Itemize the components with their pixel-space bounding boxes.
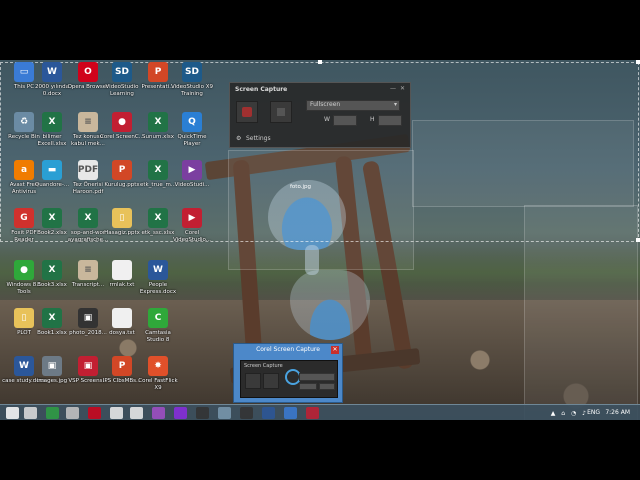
start-icon[interactable]: [6, 407, 19, 419]
document-taskbar-icon[interactable]: [130, 407, 143, 419]
overlay-panel: [524, 205, 638, 420]
chevron-down-icon: ▾: [393, 101, 397, 108]
word-doc-icon: W: [148, 260, 168, 280]
stop-icon: [277, 108, 285, 116]
folder-icon: ▯: [112, 208, 132, 228]
taskbar[interactable]: ▲ ⌂ ◔ ♪ ENG 7:26 AM: [0, 404, 640, 420]
text-file-icon: [112, 308, 132, 328]
corel-taskbar-icon[interactable]: [306, 407, 319, 419]
width-label: W: [324, 116, 330, 123]
app-icon[interactable]: [284, 407, 297, 419]
excel-icon: X: [78, 208, 98, 228]
word-doc-icon: W: [42, 62, 62, 82]
opera-taskbar-icon[interactable]: [88, 407, 101, 419]
excel-icon: X: [148, 112, 168, 132]
capture-mode-value: Fullscreen: [310, 101, 341, 108]
excel-icon: X: [148, 160, 168, 180]
image-icon: ▣: [42, 356, 62, 376]
settings-link[interactable]: Settings: [246, 135, 271, 142]
corel-inner-panel[interactable]: Screen Capture: [240, 360, 338, 398]
app-icon[interactable]: [196, 407, 209, 419]
desktop-icon[interactable]: W People Express.docx: [136, 260, 180, 295]
desktop-icon[interactable]: SD VideoStudio X9 Training: [170, 62, 214, 97]
corel-icon: ▶: [182, 208, 202, 228]
stop-button[interactable]: [270, 101, 292, 123]
excel-icon: X: [42, 260, 62, 280]
camtasia-icon: C: [148, 308, 168, 328]
videostudio-icon: SD: [182, 62, 202, 82]
desktop-icon-label: VideoStudi...: [174, 182, 210, 188]
mode-select[interactable]: [299, 373, 335, 381]
inner-title: Screen Capture: [244, 363, 283, 369]
desktop-icon-label: Corel VideoStudio...: [172, 230, 212, 243]
corel-icon: ●: [112, 112, 132, 132]
clock[interactable]: 7:26 AM: [605, 409, 630, 416]
record-button[interactable]: [236, 101, 258, 123]
language-indicator[interactable]: ENG: [587, 409, 600, 416]
excel-icon: X: [42, 208, 62, 228]
width-input[interactable]: [299, 383, 317, 390]
close-icon[interactable]: ✕: [400, 85, 405, 92]
desktop-icon[interactable]: ▶ Corel VideoStudio...: [170, 208, 214, 243]
height-label: H: [370, 116, 375, 123]
height-input[interactable]: [378, 115, 402, 126]
corel-screen-capture-window[interactable]: Corel Screen Capture ✕ Screen Capture: [233, 343, 343, 403]
close-icon[interactable]: ✕: [331, 346, 339, 354]
width-input[interactable]: [333, 115, 357, 126]
app-icon[interactable]: [66, 407, 79, 419]
stop-button[interactable]: [263, 373, 279, 389]
videostudio-icon: ▶: [182, 160, 202, 180]
settings-icon[interactable]: ⚙: [236, 135, 241, 142]
overlay-panel: [412, 120, 634, 207]
app-icon[interactable]: [218, 407, 231, 419]
videostudio-taskbar-icon[interactable]: [174, 407, 187, 419]
media-icon[interactable]: [152, 407, 165, 419]
toolbar-title: Screen Capture: [235, 86, 288, 93]
desktop-icon-label: People Express.docx: [139, 282, 177, 295]
record-button[interactable]: [245, 373, 261, 389]
document-icon: ≡: [78, 112, 98, 132]
capture-handle[interactable]: [318, 60, 322, 64]
record-icon: [242, 107, 252, 117]
quicktime-icon: Q: [182, 112, 202, 132]
fastflick-icon: ✸: [148, 356, 168, 376]
desktop-icon[interactable]: ✸ Corel FastFlick X9: [136, 356, 180, 391]
image-icon: ▣: [78, 308, 98, 328]
desktop: foto.jpg ▭ This PC W 2000 yılında 0.docx O Op…: [0, 60, 640, 420]
app-icon[interactable]: [262, 407, 275, 419]
document-icon: ≡: [78, 260, 98, 280]
capture-handle[interactable]: [636, 60, 640, 64]
excel-taskbar-icon[interactable]: [46, 407, 59, 419]
system-tray-icons[interactable]: ▲ ⌂ ◔ ♪: [551, 410, 588, 417]
pdf-icon: PDF: [78, 160, 98, 180]
overlay-file-label: foto.jpg: [290, 184, 311, 190]
corel-window-title: Corel Screen Capture: [256, 346, 320, 353]
videostudio-icon: SD: [112, 62, 132, 82]
screen-capture-toolbar[interactable]: Screen Capture — ✕ Fullscreen ▾ W H ⚙ Se…: [229, 82, 411, 148]
excel-icon: X: [42, 112, 62, 132]
opera-icon: O: [78, 62, 98, 82]
app-icon: ▬: [42, 160, 62, 180]
powerpoint-icon: P: [112, 160, 132, 180]
document-taskbar-icon[interactable]: [110, 407, 123, 419]
capture-mode-select[interactable]: Fullscreen ▾: [306, 100, 400, 111]
text-file-icon: [112, 260, 132, 280]
screen-capture-taskbar-icon[interactable]: [240, 407, 253, 419]
desktop-icon-label: QuickTime Player: [177, 134, 207, 147]
overlay-panel: [228, 150, 414, 270]
minimize-icon[interactable]: —: [390, 85, 396, 92]
desktop-icon[interactable]: ▶ VideoStudi...: [170, 160, 214, 189]
powerpoint-icon: P: [148, 62, 168, 82]
desktop-icon-label: Camtasia Studio 8: [145, 330, 171, 343]
app-icon: ▣: [78, 356, 98, 376]
desktop-icon[interactable]: C Camtasia Studio 8: [136, 308, 180, 343]
height-input[interactable]: [319, 383, 335, 390]
powerpoint-icon: P: [112, 356, 132, 376]
excel-icon: X: [42, 308, 62, 328]
desktop-icon-label: VideoStudio X9 Training: [171, 84, 213, 97]
excel-icon: X: [148, 208, 168, 228]
desktop-icon[interactable]: Q QuickTime Player: [170, 112, 214, 147]
file-explorer-icon[interactable]: [24, 407, 37, 419]
desktop-icon-label: Corel FastFlick X9: [138, 378, 178, 391]
